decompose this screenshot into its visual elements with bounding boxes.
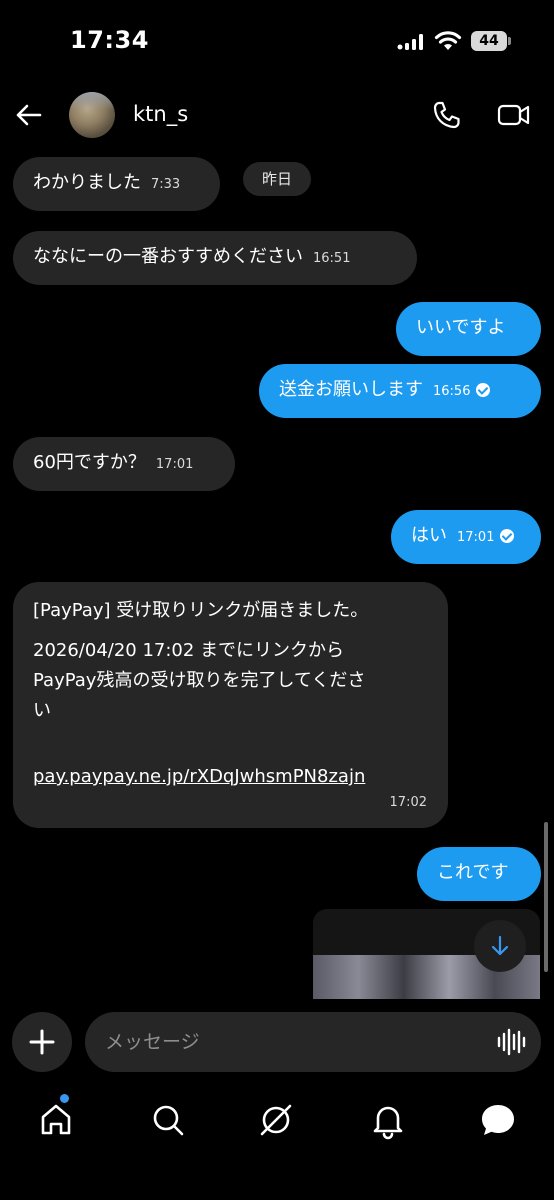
read-check-icon xyxy=(500,529,515,543)
scroll-to-bottom-button[interactable] xyxy=(474,920,526,972)
message-bubble-incoming[interactable]: わかりました 7:33 xyxy=(13,157,220,211)
arrow-down-icon xyxy=(491,935,509,956)
paypay-message-bubble[interactable]: [PayPay] 受け取りリンクが届きました。 2026/04/20 17:02… xyxy=(13,582,448,828)
message-bubble-outgoing[interactable]: これです xyxy=(417,847,541,901)
notification-dot xyxy=(60,1094,69,1103)
paypay-line: 2026/04/20 17:02 までにリンクから xyxy=(33,640,345,661)
wifi-icon xyxy=(434,31,462,50)
message-text: わかりました xyxy=(33,172,141,193)
message-input[interactable] xyxy=(105,1026,485,1058)
message-text: いいですよ xyxy=(416,317,506,338)
plus-icon xyxy=(29,1029,55,1055)
battery-indicator: 44 xyxy=(471,31,507,51)
message-text: 送金お願いします xyxy=(279,379,423,400)
scrollbar[interactable] xyxy=(544,822,548,972)
message-text: はい xyxy=(411,525,447,546)
phone-icon[interactable] xyxy=(430,100,462,130)
chat-header: ktn_s xyxy=(0,80,554,150)
back-arrow-icon[interactable] xyxy=(14,100,44,130)
paypay-link[interactable]: pay.paypay.ne.jp/rXDqJwhsmPN8zajn xyxy=(33,762,428,792)
video-camera-icon[interactable] xyxy=(497,100,531,130)
message-time: 16:51 xyxy=(313,251,351,266)
day-separator: 昨日 xyxy=(243,162,311,196)
message-text: これです xyxy=(437,862,509,883)
search-icon[interactable] xyxy=(148,1100,188,1140)
message-time: 7:33 xyxy=(151,177,181,192)
home-icon[interactable] xyxy=(36,1100,76,1140)
chat-bubble-icon[interactable] xyxy=(478,1100,518,1140)
bell-icon[interactable] xyxy=(368,1100,408,1140)
explore-icon[interactable] xyxy=(256,1100,296,1140)
status-bar: 17:34 44 xyxy=(0,0,554,80)
signal-icon xyxy=(397,34,423,50)
message-time: 17:02 xyxy=(389,795,427,810)
read-check-icon xyxy=(476,383,491,397)
message-text: ななにーの一番おすすめください xyxy=(33,246,303,267)
paypay-line: い xyxy=(33,700,51,721)
message-bubble-incoming[interactable]: 60円ですか？ 17:01 xyxy=(13,437,235,491)
status-time: 17:34 xyxy=(70,26,149,54)
bottom-navigation xyxy=(0,1090,554,1150)
paypay-line: [PayPay] 受け取りリンクが届きました。 xyxy=(33,600,369,621)
message-time: 17:01 xyxy=(155,457,194,472)
battery-tip xyxy=(508,37,511,45)
add-attachment-button[interactable] xyxy=(12,1012,72,1072)
message-time: 17:01 xyxy=(457,530,495,545)
message-text: 60円ですか？ xyxy=(33,452,146,473)
message-bubble-outgoing[interactable]: はい 17:01 xyxy=(391,510,541,564)
message-bubble-outgoing[interactable]: いいですよ xyxy=(396,302,541,356)
avatar[interactable] xyxy=(69,92,115,138)
voice-wave-icon[interactable] xyxy=(496,1027,526,1057)
message-bubble-outgoing[interactable]: 送金お願いします 16:56 xyxy=(259,364,541,418)
message-bubble-incoming[interactable]: ななにーの一番おすすめください 16:51 xyxy=(13,231,417,285)
paypay-line: PayPay残高の受け取りを完了してくださ xyxy=(33,670,366,691)
chat-username[interactable]: ktn_s xyxy=(133,102,188,126)
message-composer xyxy=(85,1012,541,1072)
message-time: 16:56 xyxy=(433,384,471,399)
